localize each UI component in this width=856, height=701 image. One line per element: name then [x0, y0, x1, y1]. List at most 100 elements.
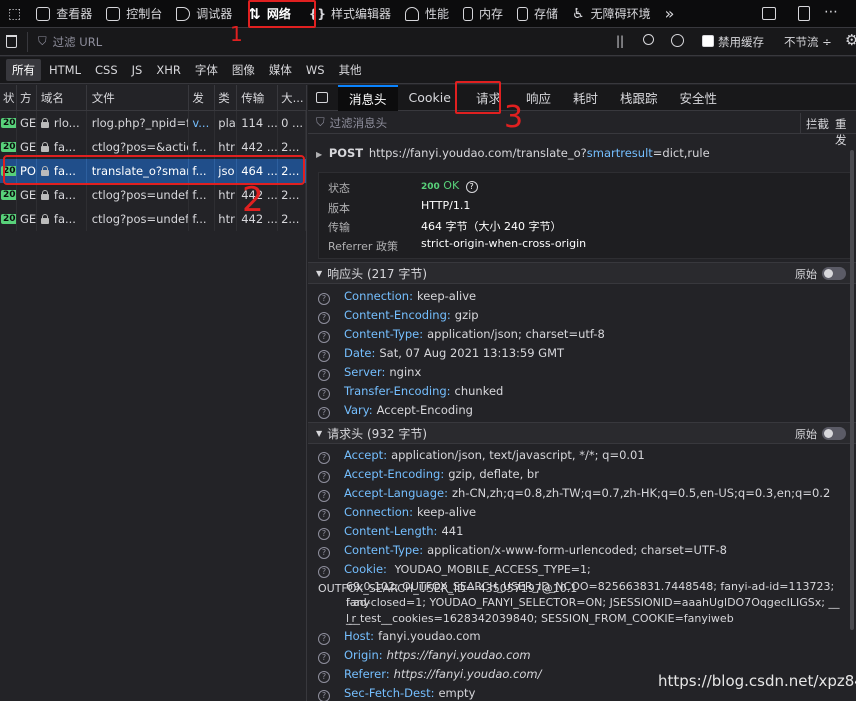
- help-icon[interactable]: ?: [318, 331, 330, 343]
- tab-storage[interactable]: 存储: [510, 0, 565, 28]
- response-headers-section[interactable]: ▼ 响应头 (217 字节) 原始: [308, 262, 856, 284]
- column-domain[interactable]: 域名: [37, 85, 87, 110]
- type-filter-all[interactable]: 所有: [6, 59, 41, 81]
- tab-timings[interactable]: 耗时: [562, 85, 609, 111]
- toggle-sidebar-icon[interactable]: [316, 92, 328, 103]
- help-icon[interactable]: ?: [318, 566, 330, 578]
- debugger-icon: [176, 6, 191, 21]
- responsive-mode-icon[interactable]: [762, 7, 776, 20]
- tab-security[interactable]: 安全性: [669, 85, 729, 111]
- help-icon[interactable]: ?: [318, 293, 330, 305]
- help-icon[interactable]: ?: [318, 633, 330, 645]
- column-file[interactable]: 文件: [87, 85, 190, 110]
- disable-cache-label: 禁用缓存: [718, 35, 764, 49]
- help-icon[interactable]: ?: [318, 369, 330, 381]
- filter-url-placeholder: 过滤 URL: [52, 34, 103, 49]
- expand-arrow-icon[interactable]: ▶: [316, 150, 322, 159]
- type-filter-fonts[interactable]: 字体: [189, 59, 224, 81]
- help-icon[interactable]: ?: [318, 547, 330, 559]
- tab-performance[interactable]: 性能: [398, 0, 456, 28]
- column-status[interactable]: 状: [0, 85, 17, 110]
- help-icon[interactable]: ?: [318, 671, 330, 683]
- type-filter-html[interactable]: HTML: [43, 60, 87, 80]
- help-icon[interactable]: ?: [318, 690, 330, 701]
- filter-url-input[interactable]: ⛉ 过滤 URL: [38, 34, 598, 50]
- header-value: https://fanyi.youdao.com: [386, 648, 531, 662]
- header-row: ? Connection: keep-alive: [318, 287, 848, 306]
- tab-console[interactable]: 控制台: [99, 0, 169, 28]
- block-button[interactable]: 拦截: [806, 116, 829, 132]
- request-list-header: 状 方 域名 文件 发 类 传输 大...: [0, 85, 306, 111]
- headers-filter-input[interactable]: 过滤消息头: [330, 115, 388, 131]
- tab-headers[interactable]: 消息头: [338, 85, 398, 111]
- column-type[interactable]: 类: [215, 85, 238, 110]
- column-method[interactable]: 方: [17, 85, 37, 110]
- options-menu-icon[interactable]: ⋯: [824, 4, 838, 20]
- search-icon[interactable]: [643, 34, 654, 45]
- help-icon[interactable]: ?: [318, 452, 330, 464]
- tab-cookies[interactable]: Cookie: [398, 85, 462, 111]
- type-filter-js[interactable]: JS: [126, 60, 149, 80]
- help-icon[interactable]: ?: [318, 652, 330, 664]
- clear-log-icon[interactable]: [6, 35, 17, 48]
- help-icon[interactable]: ?: [318, 471, 330, 483]
- request-details-panel: 消息头 Cookie 请求 响应 耗时 栈跟踪 安全性 ⛉ 过滤消息头 拦截 重…: [308, 85, 856, 701]
- status-text: OK: [443, 179, 460, 192]
- tab-inspector[interactable]: 查看器: [29, 0, 99, 28]
- block-icon[interactable]: [671, 34, 684, 47]
- cell-domain: rlo...: [37, 111, 87, 135]
- header-value: gzip: [454, 308, 479, 322]
- request-row[interactable]: 200GE rlo... rlog.php?_npid=fav...pla114 .…: [0, 111, 306, 135]
- help-icon[interactable]: ?: [318, 407, 330, 419]
- header-name: Accept-Language:: [344, 486, 448, 500]
- pause-button[interactable]: ||: [616, 34, 624, 48]
- tab-accessibility[interactable]: ♿ 无障碍环境: [565, 0, 658, 28]
- tab-style-editor[interactable]: {} 样式编辑器: [302, 0, 398, 28]
- raw-toggle[interactable]: [822, 427, 846, 440]
- help-icon[interactable]: ?: [318, 490, 330, 502]
- cell-transfer: 114 ...: [237, 111, 279, 135]
- header-value: keep-alive: [416, 289, 477, 303]
- column-transferred[interactable]: 传输: [237, 85, 279, 110]
- raw-toggle[interactable]: [822, 267, 846, 280]
- header-name: Date:: [344, 346, 376, 360]
- type-filter-ws[interactable]: WS: [300, 60, 331, 80]
- dock-icon[interactable]: [798, 6, 810, 21]
- tab-memory[interactable]: 内存: [456, 0, 510, 28]
- help-icon[interactable]: ?: [318, 350, 330, 362]
- performance-icon: [404, 6, 419, 21]
- type-filter-other[interactable]: 其他: [333, 59, 368, 81]
- disable-cache-checkbox[interactable]: [702, 35, 714, 47]
- status-badge: 200: [1, 214, 16, 224]
- accessibility-icon: ♿: [572, 5, 585, 22]
- tab-stack-trace[interactable]: 栈跟踪: [609, 85, 669, 111]
- help-icon[interactable]: ?: [318, 509, 330, 521]
- help-icon[interactable]: ?: [318, 388, 330, 400]
- type-filter-media[interactable]: 媒体: [263, 59, 298, 81]
- header-name: Cookie:: [344, 562, 387, 576]
- cell-status: 200: [0, 111, 17, 135]
- type-filter-xhr[interactable]: XHR: [150, 60, 187, 80]
- element-picker-button[interactable]: ⬚: [0, 0, 29, 28]
- resend-button[interactable]: 重发: [835, 116, 856, 148]
- more-tabs-button[interactable]: »: [658, 0, 682, 28]
- summary-label: Referrer 政策: [328, 240, 398, 253]
- help-icon[interactable]: ?: [465, 181, 478, 193]
- column-initiator[interactable]: 发: [189, 85, 216, 110]
- tab-debugger[interactable]: 调试器: [169, 0, 239, 28]
- header-name: Connection:: [344, 505, 413, 519]
- header-name: Accept:: [344, 448, 388, 462]
- help-icon[interactable]: ?: [318, 312, 330, 324]
- request-url-base: https://fanyi.youdao.com/translate_o?: [368, 146, 587, 160]
- header-value: chunked: [454, 384, 504, 398]
- throttle-select[interactable]: 不节流 ÷: [784, 34, 832, 50]
- type-filter-images[interactable]: 图像: [226, 59, 261, 81]
- help-icon[interactable]: ?: [318, 528, 330, 540]
- type-filter-css[interactable]: CSS: [89, 60, 124, 80]
- scrollbar[interactable]: [850, 150, 854, 630]
- watermark: https://blog.csdn.net/xpz84: [658, 672, 856, 690]
- column-size[interactable]: 大...: [278, 85, 306, 110]
- request-headers-section[interactable]: ▼ 请求头 (932 字节) 原始: [308, 422, 856, 444]
- settings-gear-icon[interactable]: ⚙: [845, 31, 856, 49]
- header-name: Connection:: [344, 289, 413, 303]
